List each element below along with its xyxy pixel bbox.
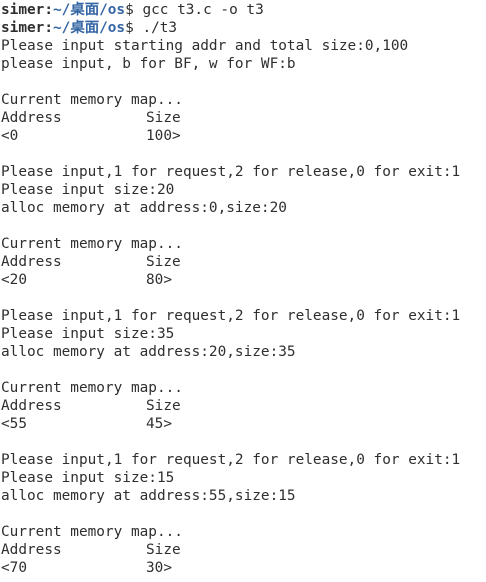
- map-address: <0: [1, 128, 19, 144]
- map-size: 100>: [146, 128, 181, 144]
- prompt-path: ~/桌面/os: [53, 20, 126, 36]
- size-header: Size: [146, 254, 181, 270]
- size-input-line: Please input size:15: [1, 470, 175, 486]
- prompt-path: ~/桌面/os: [53, 2, 126, 18]
- map-heading: Current memory map...: [1, 380, 183, 396]
- output-line: Please input starting addr and total siz…: [1, 38, 409, 54]
- map-row: <0 100>: [1, 127, 486, 145]
- address-header: Address: [1, 398, 62, 414]
- map-address: <70: [1, 560, 27, 576]
- address-header: Address: [1, 254, 62, 270]
- map-address: <55: [1, 416, 27, 432]
- menu-prompt: Please input,1 for request,2 for release…: [1, 164, 461, 180]
- prompt-user: simer: [1, 20, 45, 36]
- map-size: 45>: [146, 416, 172, 432]
- map-heading: Current memory map...: [1, 92, 183, 108]
- map-row: <55 45>: [1, 415, 486, 433]
- size-input-line: Please input size:35: [1, 326, 175, 342]
- prompt-user: simer: [1, 2, 45, 18]
- command-text: ./t3: [142, 20, 178, 36]
- map-header-row: Address Size: [1, 109, 486, 127]
- alloc-line: alloc memory at address:0,size:20: [1, 200, 287, 216]
- alloc-line: alloc memory at address:55,size:15: [1, 488, 296, 504]
- map-header-row: Address Size: [1, 541, 486, 559]
- map-heading: Current memory map...: [1, 236, 183, 252]
- menu-prompt: Please input,1 for request,2 for release…: [1, 308, 461, 324]
- address-header: Address: [1, 542, 62, 558]
- terminal-window[interactable]: simer:~/桌面/os$ gcc t3.c -o t3 simer:~/桌面…: [0, 0, 486, 582]
- map-heading: Current memory map...: [1, 524, 183, 540]
- prompt-line: simer:~/桌面/os$ ./t3: [1, 20, 178, 36]
- size-header: Size: [146, 398, 181, 414]
- menu-prompt: Please input,1 for request,2 for release…: [1, 452, 461, 468]
- size-input-line: Please input size:20: [1, 182, 175, 198]
- prompt-line: simer:~/桌面/os$ gcc t3.c -o t3: [1, 2, 264, 18]
- map-size: 80>: [146, 272, 172, 288]
- size-header: Size: [146, 542, 181, 558]
- map-row: <70 30>: [1, 559, 486, 577]
- output-line: please input, b for BF, w for WF:b: [1, 56, 296, 72]
- map-row: <20 80>: [1, 271, 486, 289]
- map-address: <20: [1, 272, 27, 288]
- alloc-line: alloc memory at address:20,size:35: [1, 344, 296, 360]
- address-header: Address: [1, 110, 62, 126]
- map-header-row: Address Size: [1, 397, 486, 415]
- map-header-row: Address Size: [1, 253, 486, 271]
- map-size: 30>: [146, 560, 172, 576]
- size-header: Size: [146, 110, 181, 126]
- command-text: gcc t3.c -o t3: [142, 2, 264, 18]
